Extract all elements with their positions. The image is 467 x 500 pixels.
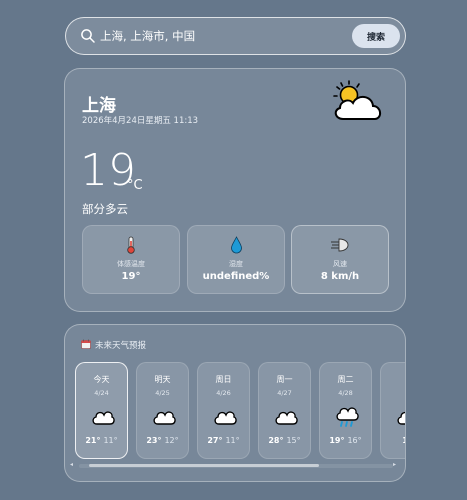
current-weather-card: 上海 2026年4月24日星期五 11:13 19 °C 部分多云 体感温度 1… — [64, 68, 406, 312]
day-date: 4/26 — [216, 389, 231, 397]
day-date: 4/25 — [155, 389, 170, 397]
cloud-icon — [92, 411, 115, 425]
feels-like-stat: 体感温度 19° — [82, 225, 180, 294]
forecast-scrollbar[interactable] — [79, 464, 393, 468]
stat-value: 19° — [121, 271, 141, 282]
thermometer-icon — [127, 236, 135, 254]
day-name: 今天 — [93, 375, 110, 384]
droplet-icon — [230, 236, 242, 254]
forecast-day[interactable]: 1 — [380, 362, 405, 459]
forecast-day[interactable]: 周二 4/28 19° 16° — [319, 362, 372, 459]
day-name: 周二 — [337, 375, 354, 384]
cloud-icon — [214, 411, 237, 425]
day-temperatures: 27° 11° — [198, 436, 249, 445]
day-temperatures: 19° 16° — [320, 436, 371, 445]
temperature-unit: °C — [127, 178, 143, 193]
calendar-icon — [81, 339, 91, 349]
day-temperatures: 1 — [381, 436, 405, 445]
forecast-days: 今天 4/24 21°11° 明天 4/25 23°12° 周日 4/26 — [75, 362, 405, 462]
day-date: 4/28 — [338, 389, 353, 397]
day-high: 1 — [402, 436, 405, 445]
forecast-day[interactable]: 周日 4/26 27° 11° — [197, 362, 250, 459]
day-name: 周日 — [215, 375, 232, 384]
day-high: 28° — [268, 436, 284, 445]
day-low: 11° — [103, 436, 118, 445]
forecast-day[interactable]: 明天 4/25 23° 12° — [136, 362, 189, 459]
day-temperatures: 28° 15° — [259, 436, 310, 445]
stat-value: 8 km/h — [320, 271, 360, 282]
forecast-day[interactable]: 今天 4/24 21° 11° — [75, 362, 128, 459]
cloud-icon — [275, 411, 298, 425]
day-name: 周一 — [276, 375, 293, 384]
scroll-left-arrow-icon[interactable]: ◂ — [70, 461, 73, 468]
wind-icon — [331, 238, 349, 252]
stat-value: undefined% — [202, 271, 270, 282]
day-low: 16° — [347, 436, 362, 445]
forecast-title: 未来天气预报 — [95, 341, 147, 351]
wind-speed-stat: 风速 8 km/h — [291, 225, 389, 294]
humidity-stat: 湿度 undefined% — [187, 225, 285, 294]
day-temperatures: 21° 11° — [76, 436, 127, 445]
forecast-card: 未来天气预报 今天 4/24 21° 11° 明天 4/25 23° 12° 周日 … — [64, 324, 406, 482]
scroll-right-arrow-icon[interactable]: ▸ — [393, 461, 396, 468]
current-condition: 部分多云 — [82, 202, 128, 216]
stat-label: 风速 — [333, 260, 347, 268]
stat-label: 湿度 — [229, 260, 243, 268]
rain-cloud-icon — [336, 407, 359, 427]
current-datetime: 2026年4月24日星期五 11:13 — [82, 116, 199, 126]
cloud-icon — [397, 411, 405, 425]
search-input[interactable] — [100, 26, 350, 46]
scrollbar-thumb[interactable] — [89, 464, 319, 467]
day-low: 11° — [225, 436, 240, 445]
search-bar: 搜索 — [65, 17, 406, 55]
day-high: 27° — [207, 436, 223, 445]
day-date: 4/27 — [277, 389, 292, 397]
day-low: 15° — [286, 436, 301, 445]
cloud-icon — [153, 411, 176, 425]
forecast-day[interactable]: 周一 4/27 28° 15° — [258, 362, 311, 459]
day-low: 12° — [164, 436, 179, 445]
city-name: 上海 — [82, 96, 116, 116]
day-name: 明天 — [154, 375, 171, 384]
day-high: 19° — [329, 436, 345, 445]
day-temperatures: 23° 12° — [137, 436, 188, 445]
day-high: 23° — [146, 436, 162, 445]
day-high: 21° — [85, 436, 101, 445]
search-icon — [81, 29, 95, 43]
stat-label: 体感温度 — [117, 260, 145, 268]
day-date: 4/24 — [94, 389, 109, 397]
partly-cloudy-icon — [333, 80, 381, 120]
search-button[interactable]: 搜索 — [352, 24, 400, 48]
